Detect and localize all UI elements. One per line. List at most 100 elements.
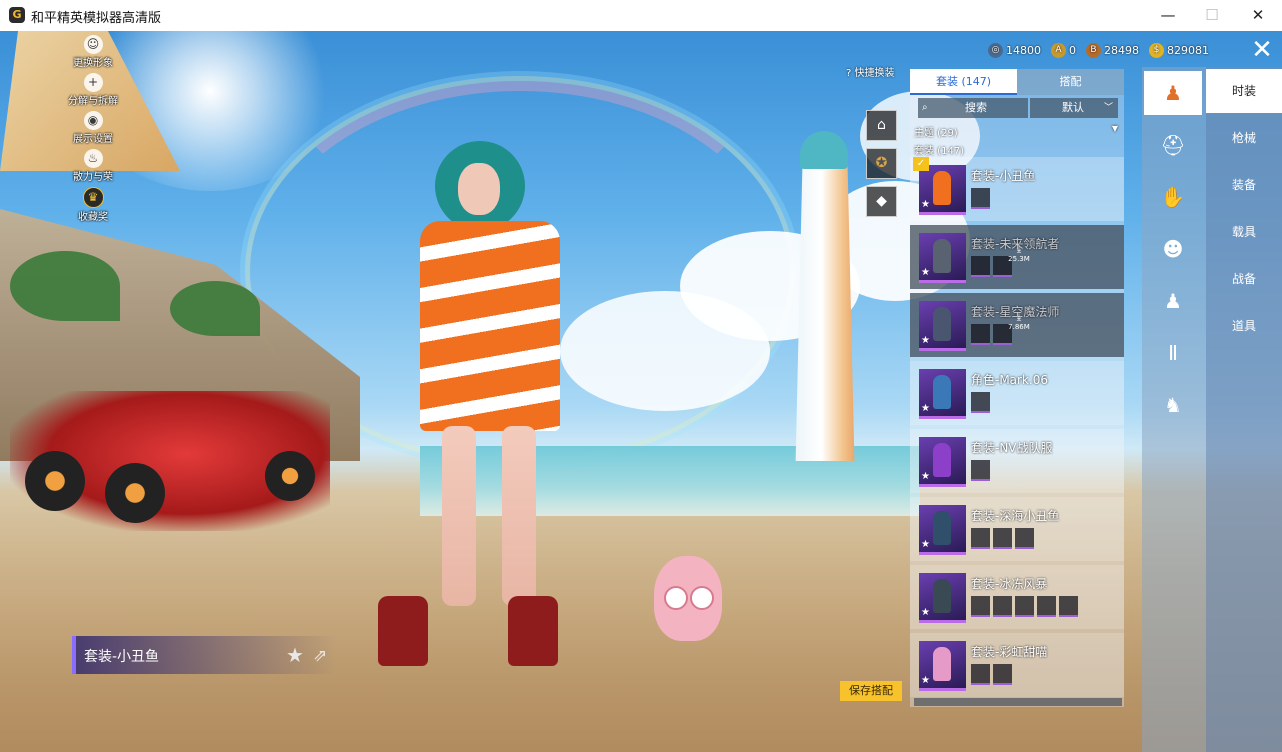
category-tab[interactable]: 载具 [1206,210,1282,254]
download-badge[interactable]: ⤓ 25.3M [1004,245,1034,264]
window-titlebar: G 和平精英模拟器高清版 — ☐ ✕ [0,0,1282,32]
currency-a: A 0 [1051,42,1076,58]
pet-companion[interactable] [650,541,726,651]
outfit-item[interactable]: ★ 套装-未来领航者 ⤓ 25.3M [910,225,1124,289]
currency-value: 14800 [1006,43,1041,57]
help-icon[interactable]: ? [846,68,851,79]
close-icon[interactable]: ✕ [1249,37,1275,63]
window-close-button[interactable]: ✕ [1243,4,1273,26]
gloves-slot-icon[interactable]: ✋ [1144,175,1202,219]
outfit-item[interactable]: ★ 角色-Mark.06 [910,361,1124,425]
outfit-parts [971,664,1012,685]
vehicle-wheel [105,463,165,523]
save-combo-button[interactable]: 保存搭配 [840,681,902,701]
outfit-name: 角色-Mark.06 [971,373,1049,387]
hat-slot-icon[interactable]: ⛑ [1144,123,1202,167]
menu-power[interactable]: ♨ 散力与荣 [58,149,128,187]
section-count: 套装 (147) [914,146,965,157]
menu-display-settings[interactable]: ◉ 展示设置 [58,111,128,149]
outfit-part-thumbnail[interactable] [971,596,990,617]
locker-icon[interactable]: ⌂ [866,110,897,141]
outfit-item[interactable]: ★ 套装-星空魔法师 ⤓ 7.86M [910,293,1124,357]
star-icon[interactable]: ★ [921,675,930,686]
currency-gold: $ 829081 [1149,42,1209,58]
maximize-button[interactable]: ☐ [1197,4,1227,26]
medal-icon[interactable]: ✪ [866,148,897,179]
top-slot-icon[interactable]: ♟ [1144,279,1202,323]
mask-slot-icon[interactable]: ☻ [1144,227,1202,271]
currency-value: 829081 [1167,43,1209,57]
menu-change-appearance[interactable]: ☺ 更换形象 [58,35,128,73]
diamond-icon[interactable]: ◆ [866,186,897,217]
outfit-part-thumbnail[interactable] [993,528,1012,549]
outfit-part-thumbnail[interactable] [1015,596,1034,617]
outfit-item[interactable]: ★ 套装-彩虹甜喵 [910,633,1124,697]
search-input[interactable]: ⌕ 搜索 [918,98,1028,118]
outfit-name: 套装-小丑鱼 [971,169,1036,183]
star-icon[interactable]: ★ [921,199,930,210]
outfit-thumbnail: ★ [919,437,966,487]
outfit-part-thumbnail[interactable] [971,664,990,685]
star-icon[interactable]: ★ [921,267,930,278]
menu-label: 收藏奖 [78,212,108,223]
outfit-item[interactable]: ★ ✓ 套装-小丑鱼 [910,157,1124,221]
player-character[interactable] [378,141,590,681]
list-scrollbar[interactable] [914,698,1122,706]
menu-collection[interactable]: ♛ 收藏奖 [58,187,128,225]
menu-label: 分解与拆解 [68,96,118,107]
menu-decompose[interactable]: + 分解与拆解 [58,73,128,111]
character-leg [502,426,536,606]
star-icon[interactable]: ★ [921,471,930,482]
star-icon[interactable]: ★ [921,335,930,346]
currency-value: 0 [1069,43,1076,57]
category-tab[interactable]: 战备 [1206,257,1282,301]
outfit-item[interactable]: ★ 套装-冰冻风暴 [910,565,1124,629]
download-badge[interactable]: ⤓ 7.86M [1004,313,1034,332]
outfit-item[interactable]: ★ 套装-深海小丑鱼 [910,497,1124,561]
outfit-name: 套装-冰冻风暴 [971,577,1048,591]
outfit-figure [933,647,951,681]
tab-outfits[interactable]: 套装 (147) [910,69,1017,95]
outfit-part-thumbnail[interactable] [971,188,990,209]
outfit-part-thumbnail[interactable] [993,664,1012,685]
outfit-name: 套装-NV战队服 [971,441,1053,455]
category-tab[interactable]: 枪械 [1206,116,1282,160]
share-icon[interactable]: ⇗ [313,645,335,667]
currency-value: 28498 [1104,43,1139,57]
outfit-slot-icon[interactable]: ♟ [1144,71,1202,115]
minimize-button[interactable]: — [1153,4,1183,26]
character-head [458,163,500,215]
outfit-figure [933,307,951,341]
tab-combos[interactable]: 搭配 [1017,69,1124,95]
star-icon[interactable]: ★ [921,539,930,550]
outfit-parts [971,528,1034,549]
shoes-slot-icon[interactable]: ♞ [1144,383,1202,427]
outfit-part-thumbnail[interactable] [1059,596,1078,617]
outfit-part-thumbnail[interactable] [971,460,990,481]
outfit-part-thumbnail[interactable] [1037,596,1056,617]
star-icon[interactable]: ★ [921,607,930,618]
search-label: 搜索 [965,101,987,114]
outfit-figure [933,239,951,273]
plus-icon: + [83,73,103,92]
outfit-part-thumbnail[interactable] [1015,528,1034,549]
star-icon[interactable]: ★ [921,403,930,414]
outfit-figure [933,375,951,409]
category-tab[interactable]: 时装 [1206,69,1282,113]
outfit-item[interactable]: ★ 套装-NV战队服 [910,429,1124,493]
outfit-part-thumbnail[interactable] [971,324,990,345]
theme-filter[interactable]: 主题 (29) ▼ [914,124,1120,139]
currency-bar: ◎ 14800 A 0 B 28498 $ 829081 [988,41,1209,59]
star-icon[interactable]: ★ [286,644,308,666]
outfit-part-thumbnail[interactable] [971,528,990,549]
sort-dropdown[interactable]: 默认 ﹀ [1030,98,1118,118]
outfit-thumbnail: ★ [919,505,966,555]
category-tab[interactable]: 道具 [1206,304,1282,348]
outfit-part-thumbnail[interactable] [993,596,1012,617]
outfit-part-thumbnail[interactable] [971,392,990,413]
red-vehicle [10,391,330,531]
category-tab[interactable]: 装备 [1206,163,1282,207]
pants-slot-icon[interactable]: Ⅱ [1144,331,1202,375]
outfit-figure [933,171,951,205]
outfit-part-thumbnail[interactable] [971,256,990,277]
